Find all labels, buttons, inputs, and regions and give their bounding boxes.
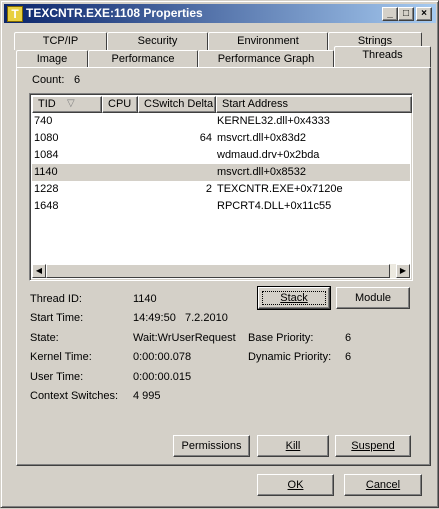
start-address-cell: RPCRT4.DLL+0x11c55 [217, 200, 332, 212]
base-priority-label: Base Priority: [248, 332, 314, 344]
user-time-value: 0:00:00.015 [133, 371, 192, 383]
horizontal-scrollbar[interactable]: ◀ ▶ [32, 264, 410, 278]
table-row[interactable]: 1080 64 msvcrt.dll+0x83d2 [32, 130, 410, 147]
user-time-label: User Time: [30, 371, 84, 383]
kernel-time-value: 0:00:00.078 [133, 351, 192, 363]
tid-cell: 1084 [34, 149, 59, 161]
cswitch-cell: 2 [205, 183, 212, 195]
tid-cell: 1648 [34, 200, 59, 212]
context-switches-value: 4 995 [133, 390, 161, 402]
tid-cell: 1080 [34, 132, 59, 144]
state-value: Wait:WrUserRequest [133, 332, 236, 344]
table-row[interactable]: 1648 RPCRT4.DLL+0x11c55 [32, 198, 410, 215]
state-label: State: [30, 332, 59, 344]
start-address-cell: wdmaud.drv+0x2bda [217, 149, 320, 161]
scroll-left-icon[interactable]: ◀ [32, 264, 46, 278]
column-header-cswitch-delta[interactable]: CSwitch Delta [138, 96, 216, 113]
tid-cell: 1140 [34, 166, 58, 178]
column-header-tid[interactable]: TID ▽ [32, 96, 102, 113]
sort-descending-icon: ▽ [67, 98, 75, 109]
start-address-cell: TEXCNTR.EXE+0x7120e [217, 183, 343, 195]
thread-id-value: 1140 [133, 293, 157, 305]
start-address-cell: msvcrt.dll+0x83d2 [217, 132, 306, 144]
scroll-thumb[interactable] [46, 264, 390, 278]
cswitch-cell: 64 [199, 132, 212, 144]
count-label: Count: [32, 74, 65, 86]
table-row-selected[interactable]: 1140 msvcrt.dll+0x8532 [32, 164, 410, 181]
count-value: 6 [74, 74, 81, 86]
suspend-button[interactable]: Suspend [335, 435, 411, 457]
threads-list[interactable]: TID ▽ CPU CSwitch Delta Start Address 74… [29, 93, 413, 281]
module-button[interactable]: Module [336, 287, 410, 309]
base-priority-value: 6 [345, 332, 352, 344]
table-row[interactable]: 1084 wdmaud.drv+0x2bda [32, 147, 410, 164]
dynamic-priority-value: 6 [345, 351, 352, 363]
start-time-label: Start Time: [30, 312, 84, 324]
table-row[interactable]: 740 KERNEL32.dll+0x4333 [32, 113, 410, 130]
cancel-button[interactable]: Cancel [344, 474, 422, 496]
kernel-time-label: Kernel Time: [30, 351, 92, 363]
permissions-button[interactable]: Permissions [173, 435, 250, 457]
kill-button[interactable]: Kill [257, 435, 329, 457]
start-time-value: 14:49:50 7.2.2010 [133, 312, 228, 324]
scroll-right-icon[interactable]: ▶ [396, 264, 410, 278]
ok-button[interactable]: OK [257, 474, 334, 496]
context-switches-label: Context Switches: [30, 390, 119, 402]
column-header-cpu[interactable]: CPU [102, 96, 138, 113]
tid-cell: 1228 [34, 183, 59, 195]
dynamic-priority-label: Dynamic Priority: [248, 351, 332, 363]
column-header-start-address[interactable]: Start Address [216, 96, 412, 113]
tid-cell: 740 [34, 115, 53, 127]
start-address-cell: msvcrt.dll+0x8532 [217, 166, 306, 178]
table-row[interactable]: 1228 2 TEXCNTR.EXE+0x7120e [32, 181, 410, 198]
properties-window: T TEXCNTR.EXE:1108 Properties _ □ × TCP/… [0, 0, 439, 508]
start-address-cell: KERNEL32.dll+0x4333 [217, 115, 330, 127]
threads-list-header: TID ▽ CPU CSwitch Delta Start Address [32, 96, 412, 113]
stack-button[interactable]: Stack [257, 286, 331, 310]
thread-id-label: Thread ID: [30, 293, 82, 305]
